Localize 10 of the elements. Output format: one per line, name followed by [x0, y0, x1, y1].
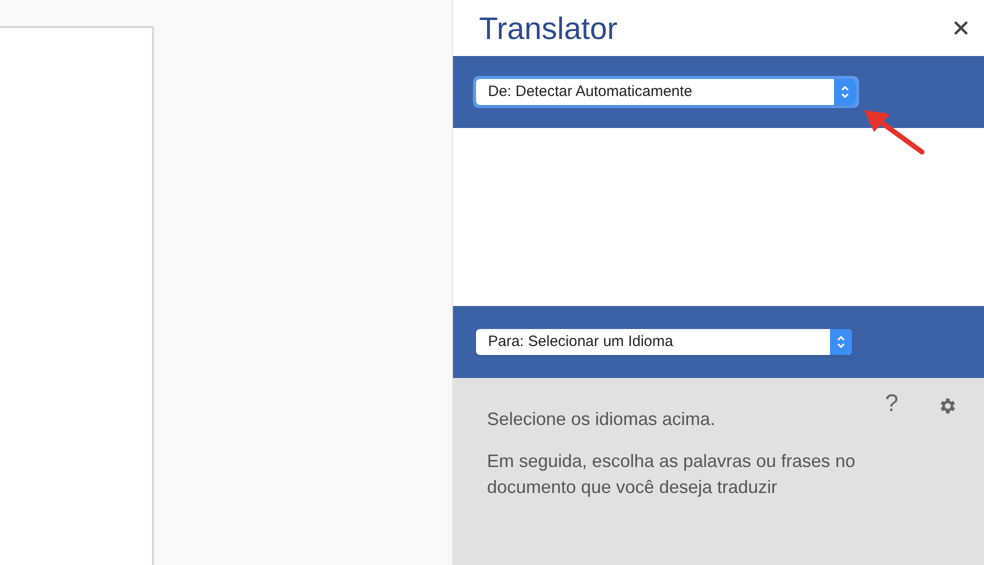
language-dropdown[interactable]: Para: Selecionar um Idioma [476, 329, 852, 355]
panel-title: Translator [479, 12, 618, 44]
close-icon [953, 20, 969, 36]
instruction-text: Em seguida, escolha as palavras ou frases no documento que você deseja traduzir [487, 450, 856, 499]
close-button[interactable] [952, 19, 970, 37]
stepper-icon [836, 334, 846, 350]
help-button[interactable]: ? [885, 392, 898, 416]
language-dropdown[interactable]: De: Detectar Automaticamente [476, 79, 856, 105]
instruction-text: Selecione os idiomas acima. [487, 408, 716, 431]
stepper-icon [840, 84, 850, 100]
